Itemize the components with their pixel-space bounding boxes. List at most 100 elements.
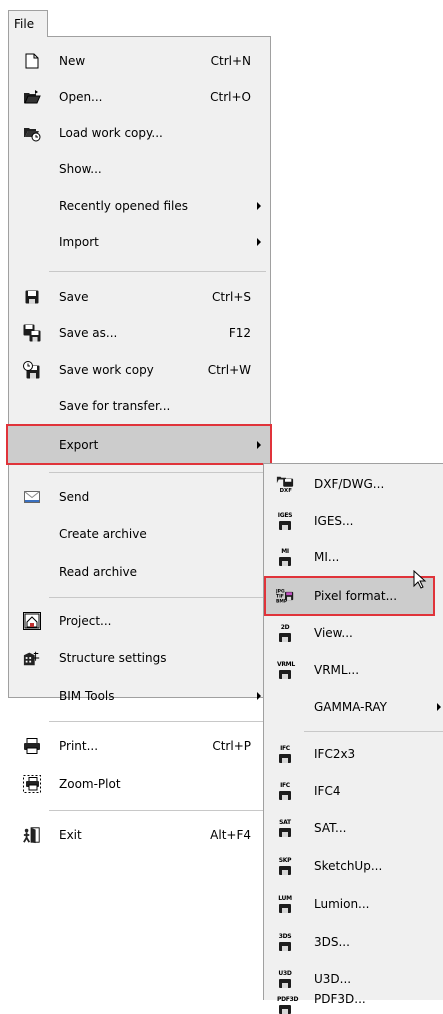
menu-item-label: Import xyxy=(59,235,99,249)
menu-item-read-archive[interactable]: Read archive xyxy=(9,553,270,591)
menu-item-label: Exit xyxy=(59,828,82,842)
submenu-item-label: IFC4 xyxy=(314,783,341,798)
ifc4-icon: IFC xyxy=(277,782,293,800)
exit-door-icon xyxy=(23,826,41,844)
u3d-icon: U3D xyxy=(277,970,293,988)
menu-item-label: Show... xyxy=(59,162,102,176)
menu-separator xyxy=(49,271,266,272)
menu-item-label: Save as... xyxy=(59,326,118,340)
submenu-item-vrml[interactable]: VRML VRML... xyxy=(264,651,443,688)
menu-item-exit[interactable]: Exit Alt+F4 xyxy=(9,816,270,854)
submenu-item-label: SketchUp... xyxy=(314,859,383,873)
menu-item-new[interactable]: New Ctrl+N xyxy=(9,43,270,79)
menu-item-create-archive[interactable]: Create archive xyxy=(9,515,270,553)
menu-item-label: New xyxy=(59,54,86,68)
submenu-item-ifc2x3[interactable]: IFC IFC2x3 xyxy=(264,735,443,772)
view-icon: 2D xyxy=(277,624,293,642)
save-disk-icon xyxy=(23,288,41,306)
submenu-item-label: DXF/DWG... xyxy=(314,477,385,491)
save-work-copy-icon xyxy=(23,360,41,379)
submenu-item-view[interactable]: 2D View... xyxy=(264,615,443,651)
menu-item-show[interactable]: Show... xyxy=(9,151,270,187)
sat-icon: SAT xyxy=(277,819,293,837)
menu-separator xyxy=(49,472,266,473)
shortcut-text: Ctrl+O xyxy=(210,90,251,104)
menu-item-save[interactable]: Save Ctrl+S xyxy=(9,279,270,315)
submenu-item-3ds[interactable]: 3DS 3DS... xyxy=(264,923,443,960)
open-folder-icon xyxy=(23,88,41,106)
submenu-item-label: MI... xyxy=(314,550,340,564)
menu-item-zoom-plot[interactable]: Zoom-Plot xyxy=(9,765,270,803)
submenu-arrow-icon xyxy=(257,691,261,700)
submenu-separator xyxy=(304,731,443,732)
structure-settings-icon xyxy=(23,649,41,667)
menu-item-label: Export xyxy=(59,437,99,452)
submenu-item-dxf-dwg[interactable]: DXF DXF/DWG... xyxy=(264,466,443,502)
file-menu: New Ctrl+N Open... Ctrl+O Load work copy… xyxy=(6,36,272,844)
project-icon xyxy=(23,611,41,630)
menu-item-label: Recently opened files xyxy=(59,198,189,213)
new-document-icon xyxy=(23,52,41,70)
menu-item-project[interactable]: Project... xyxy=(9,602,270,639)
menu-item-label: Project... xyxy=(59,613,112,628)
submenu-item-label: 3DS... xyxy=(314,934,350,949)
lumion-icon: LUM xyxy=(277,895,293,913)
menu-item-print[interactable]: Print... Ctrl+P xyxy=(9,727,270,765)
3ds-icon: 3DS xyxy=(277,933,293,951)
shortcut-text: Ctrl+S xyxy=(211,290,251,304)
menu-item-label: Read archive xyxy=(59,565,138,579)
submenu-arrow-icon xyxy=(257,238,261,246)
menu-item-label: Print... xyxy=(59,739,99,753)
menu-item-structure-settings[interactable]: Structure settings xyxy=(9,639,270,677)
submenu-item-lumion[interactable]: LUM Lumion... xyxy=(264,885,443,923)
menu-item-label: Create archive xyxy=(59,527,147,541)
submenu-item-pixel-format[interactable]: JPG TIF BMP Pixel format... xyxy=(264,576,435,616)
submenu-item-label: Lumion... xyxy=(314,897,370,911)
shortcut-text: F12 xyxy=(228,326,251,340)
menu-item-import[interactable]: Import xyxy=(9,224,270,260)
menu-item-bim-tools[interactable]: BIM Tools xyxy=(9,677,270,714)
printer-icon xyxy=(23,737,41,755)
submenu-item-sat[interactable]: SAT SAT... xyxy=(264,809,443,847)
shortcut-text: Ctrl+P xyxy=(212,739,251,753)
zoom-plot-icon xyxy=(23,775,41,793)
svg-text:DXF: DXF xyxy=(280,488,293,494)
menu-item-send[interactable]: Send xyxy=(9,478,270,515)
submenu-item-label: Pixel format... xyxy=(314,589,398,603)
submenu-item-label: View... xyxy=(314,626,353,640)
mi-icon: MI xyxy=(277,548,293,566)
menu-item-label: Zoom-Plot xyxy=(59,777,121,791)
iges-icon: IGES xyxy=(277,512,293,530)
submenu-item-sketchup[interactable]: SKP SketchUp... xyxy=(264,847,443,885)
menu-item-save-as[interactable]: Save as... F12 xyxy=(9,315,270,351)
menu-item-label: Save for transfer... xyxy=(59,399,171,413)
submenu-item-label: IFC2x3 xyxy=(314,746,356,761)
menu-item-save-work-copy[interactable]: Save work copy Ctrl+W xyxy=(9,351,270,388)
submenu-arrow-icon xyxy=(437,703,441,711)
menu-item-label: Save work copy xyxy=(59,362,154,377)
menu-item-label: Send xyxy=(59,489,90,504)
menu-item-save-for-transfer[interactable]: Save for transfer... xyxy=(9,388,270,424)
load-work-copy-icon xyxy=(23,124,41,142)
menu-separator xyxy=(49,597,266,598)
ifc2x3-icon: IFC xyxy=(277,745,293,763)
menu-item-load-work-copy[interactable]: Load work copy... xyxy=(9,115,270,151)
submenu-item-ifc4[interactable]: IFC IFC4 xyxy=(264,772,443,809)
submenu-item-gamma-ray[interactable]: GAMMA-RAY xyxy=(264,688,443,726)
menu-item-recently-opened-files[interactable]: Recently opened files xyxy=(9,187,270,224)
menu-item-open[interactable]: Open... Ctrl+O xyxy=(9,79,270,115)
menu-separator xyxy=(49,721,266,722)
submenu-item-label: U3D... xyxy=(314,971,352,986)
submenu-item-label: GAMMA-RAY xyxy=(314,700,387,714)
send-envelope-icon xyxy=(23,488,41,506)
submenu-item-pdf3d[interactable]: PDF3D PDF3D... xyxy=(264,992,443,1014)
submenu-item-label: IGES... xyxy=(314,513,354,528)
menu-item-label: Load work copy... xyxy=(59,126,163,140)
file-menu-tab[interactable]: File xyxy=(8,10,48,37)
submenu-item-label: PDF3D... xyxy=(314,991,366,1006)
submenu-item-iges[interactable]: IGES IGES... xyxy=(264,502,443,539)
save-as-icon xyxy=(23,324,41,342)
menu-item-label: Open... xyxy=(59,90,103,104)
menu-item-export[interactable]: Export xyxy=(6,424,272,465)
submenu-item-label: VRML... xyxy=(314,662,360,677)
